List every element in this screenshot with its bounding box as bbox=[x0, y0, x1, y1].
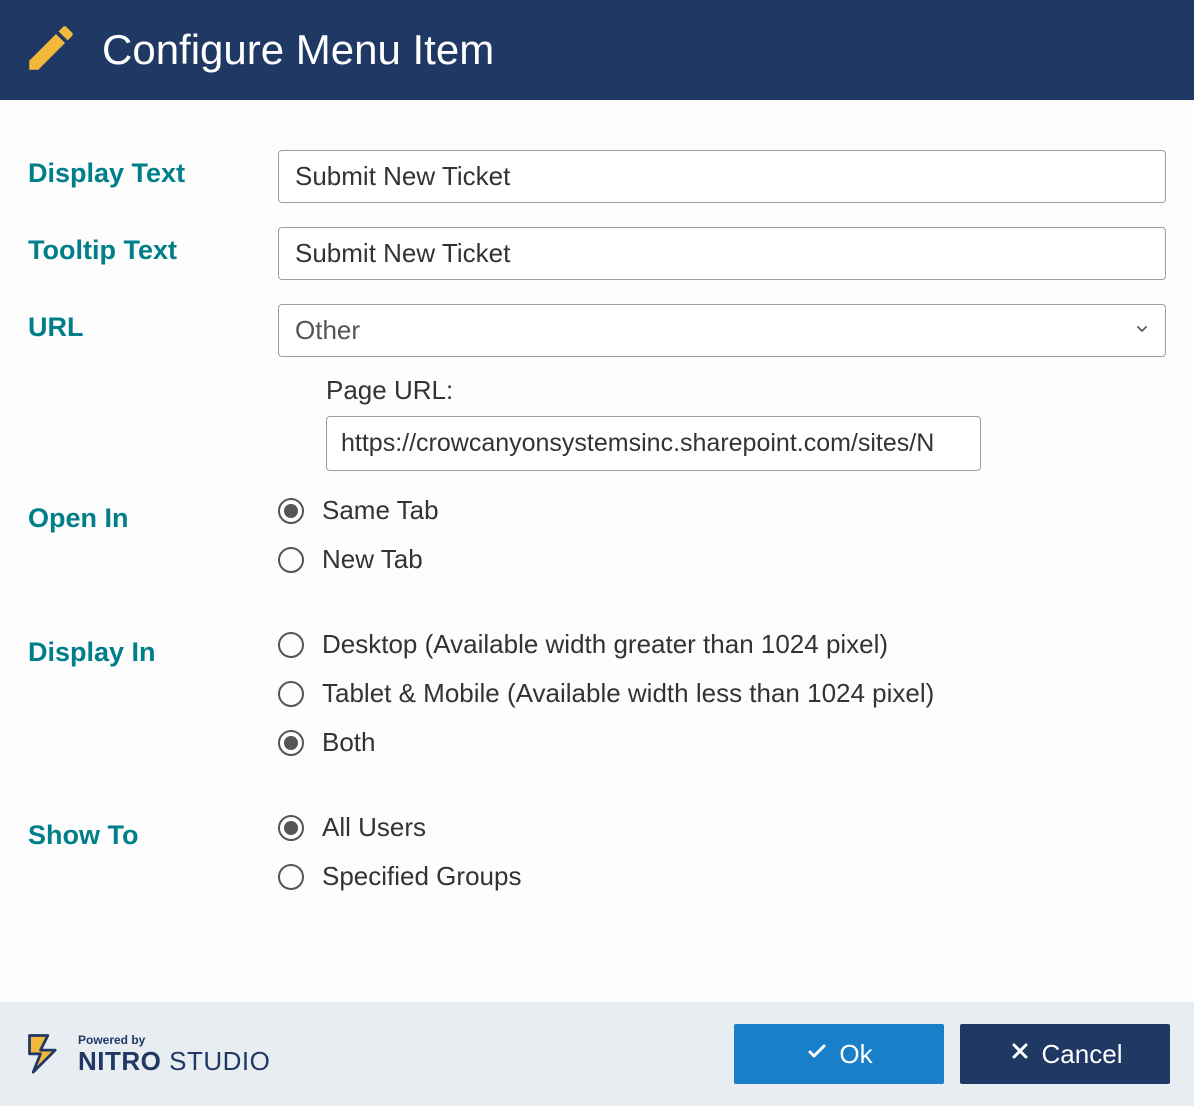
pencil-icon bbox=[22, 19, 80, 82]
radio-open-in-same-tab[interactable]: Same Tab bbox=[278, 495, 1166, 526]
row-display-text: Display Text bbox=[28, 150, 1166, 203]
label-tooltip-text: Tooltip Text bbox=[28, 227, 278, 266]
page-url-input[interactable] bbox=[326, 416, 981, 471]
nitro-bolt-icon bbox=[24, 1030, 68, 1079]
radio-icon bbox=[278, 632, 304, 658]
dialog-header: Configure Menu Item bbox=[0, 0, 1194, 100]
radio-icon bbox=[278, 681, 304, 707]
radio-icon bbox=[278, 547, 304, 573]
dialog-title: Configure Menu Item bbox=[102, 26, 494, 74]
url-select[interactable]: Other bbox=[278, 304, 1166, 357]
tooltip-text-input[interactable] bbox=[278, 227, 1166, 280]
radio-label: New Tab bbox=[322, 544, 423, 575]
brand-powered-by: Powered by bbox=[78, 1034, 270, 1046]
row-show-to: Show To All Users Specified Groups bbox=[28, 812, 1166, 892]
check-icon bbox=[805, 1039, 829, 1070]
radio-label: Both bbox=[322, 727, 376, 758]
configure-menu-item-dialog: Configure Menu Item Display Text Tooltip… bbox=[0, 0, 1194, 1106]
dialog-footer: Powered by NITRO STUDIO Ok Cancel bbox=[0, 1002, 1194, 1106]
cancel-button[interactable]: Cancel bbox=[960, 1024, 1170, 1084]
cancel-button-label: Cancel bbox=[1042, 1039, 1123, 1070]
brand-logo: Powered by NITRO STUDIO bbox=[24, 1030, 270, 1079]
ok-button-label: Ok bbox=[839, 1039, 872, 1070]
page-url-label: Page URL: bbox=[326, 375, 1166, 406]
label-show-to: Show To bbox=[28, 812, 278, 851]
label-open-in: Open In bbox=[28, 495, 278, 534]
radio-display-in-desktop[interactable]: Desktop (Available width greater than 10… bbox=[278, 629, 1166, 660]
radio-icon bbox=[278, 730, 304, 756]
dialog-body: Display Text Tooltip Text URL Other bbox=[0, 100, 1194, 1002]
radio-open-in-new-tab[interactable]: New Tab bbox=[278, 544, 1166, 575]
radio-icon bbox=[278, 815, 304, 841]
radio-label: Tablet & Mobile (Available width less th… bbox=[322, 678, 934, 709]
radio-display-in-both[interactable]: Both bbox=[278, 727, 1166, 758]
label-url: URL bbox=[28, 304, 278, 343]
radio-icon bbox=[278, 498, 304, 524]
brand-name: NITRO STUDIO bbox=[78, 1048, 270, 1074]
ok-button[interactable]: Ok bbox=[734, 1024, 944, 1084]
radio-icon bbox=[278, 864, 304, 890]
label-display-in: Display In bbox=[28, 629, 278, 668]
radio-label: Desktop (Available width greater than 10… bbox=[322, 629, 888, 660]
radio-label: Specified Groups bbox=[322, 861, 521, 892]
close-icon bbox=[1008, 1039, 1032, 1070]
row-open-in: Open In Same Tab New Tab bbox=[28, 495, 1166, 575]
radio-show-to-all-users[interactable]: All Users bbox=[278, 812, 1166, 843]
radio-label: All Users bbox=[322, 812, 426, 843]
row-tooltip-text: Tooltip Text bbox=[28, 227, 1166, 280]
row-url: URL Other Page URL: bbox=[28, 304, 1166, 471]
row-display-in: Display In Desktop (Available width grea… bbox=[28, 629, 1166, 758]
display-text-input[interactable] bbox=[278, 150, 1166, 203]
radio-display-in-tablet-mobile[interactable]: Tablet & Mobile (Available width less th… bbox=[278, 678, 1166, 709]
label-display-text: Display Text bbox=[28, 150, 278, 189]
radio-show-to-specified-groups[interactable]: Specified Groups bbox=[278, 861, 1166, 892]
page-url-subfield: Page URL: bbox=[326, 375, 1166, 471]
radio-label: Same Tab bbox=[322, 495, 439, 526]
